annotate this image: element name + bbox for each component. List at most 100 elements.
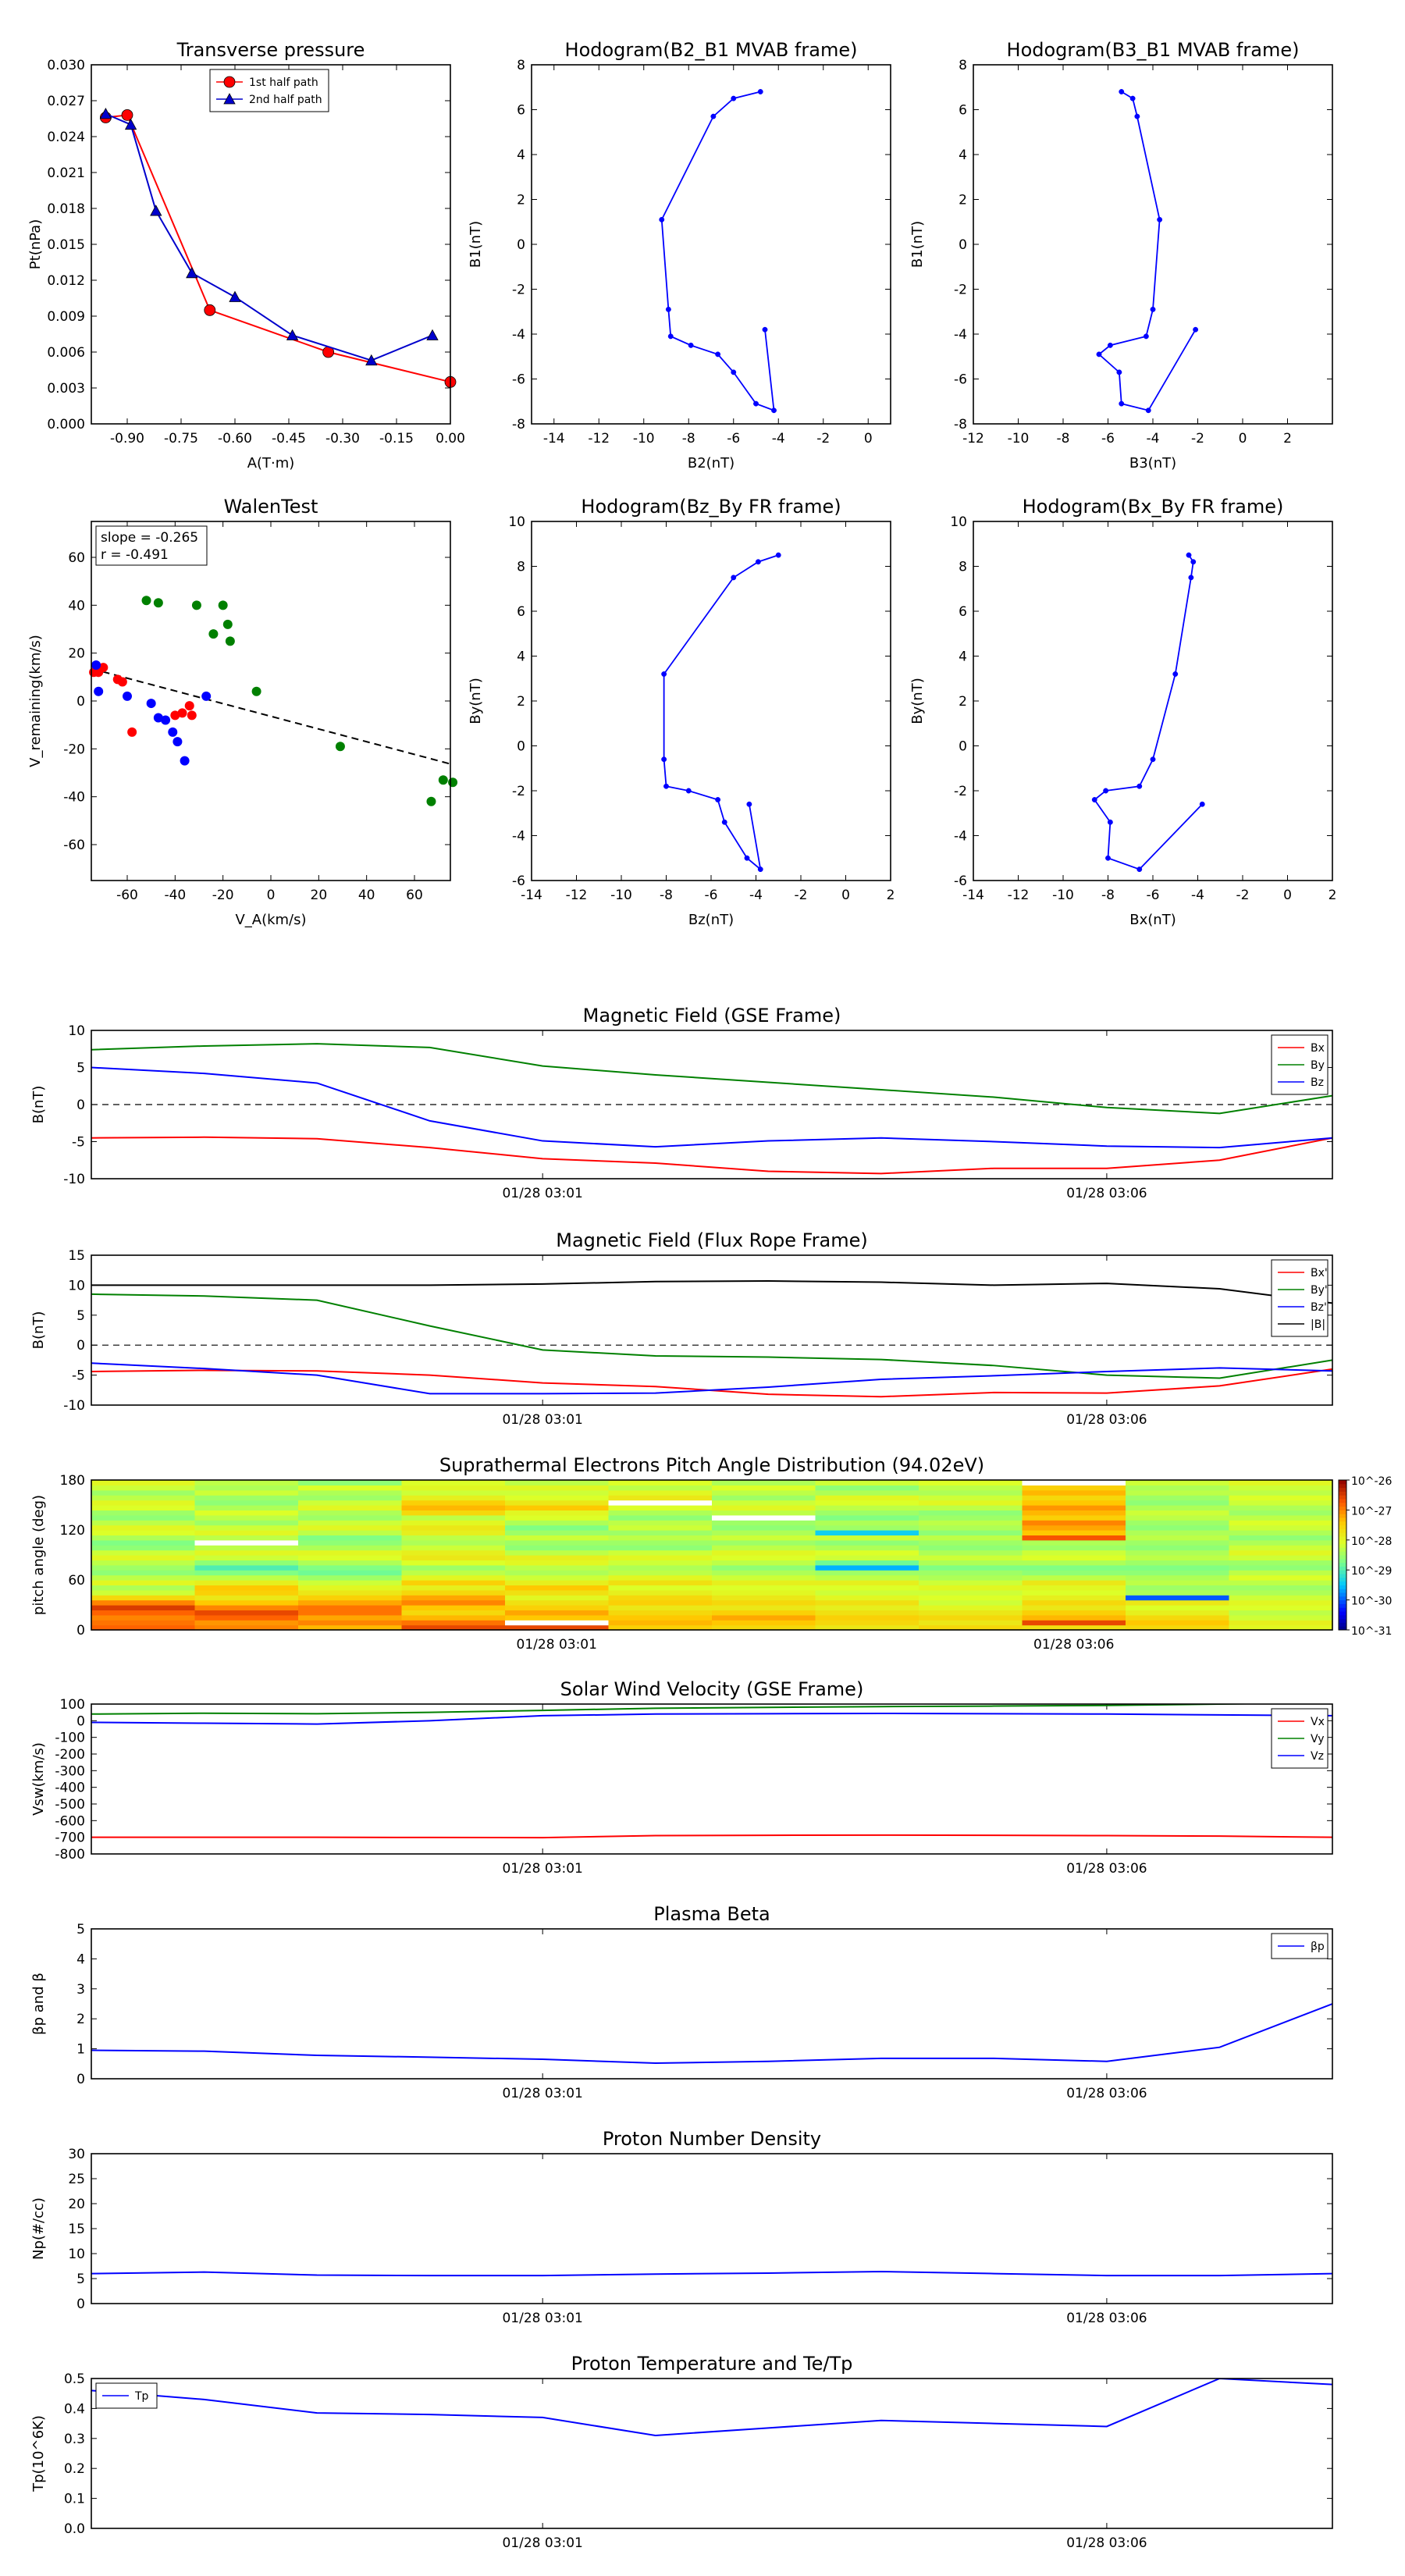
pad-colorbar-cell [1339,1539,1346,1545]
ts_beta-xtick-label: 01/28 03:06 [1066,2086,1147,2101]
pad-cell [91,1580,196,1585]
pad-cell [298,1605,403,1610]
pad-cell [919,1489,1023,1496]
walen-point [426,796,436,806]
h3-xtick-label: -10 [610,888,632,903]
pad-cell [1229,1574,1333,1581]
pad-cell [815,1489,919,1496]
walen-point [335,742,345,752]
pad-cell [712,1589,816,1596]
pad-cell [608,1555,713,1560]
ts_tp-ytick-label: 0.5 [64,2371,85,2387]
pad-colorbar-cell [1339,1495,1346,1500]
pad-cell [815,1605,919,1610]
pad-cell [91,1614,196,1621]
ts_np-ytick-label: 20 [68,2197,85,2212]
walen-ytick-label: -40 [63,790,85,806]
pad-cell [401,1510,506,1516]
tp-xlabel: A(T·m) [247,455,295,471]
pad-ytick-label: 60 [68,1573,85,1589]
pad-cell [401,1545,506,1551]
pad-cell [298,1620,403,1626]
pad-cell [194,1489,299,1496]
pad-cell [194,1480,299,1485]
pad-cell [298,1564,403,1571]
pad-colorbar-cell [1339,1536,1346,1541]
pad-cell [1229,1535,1333,1541]
tp-ylabel: Pt(nPa) [27,219,44,269]
h3-ytick-label: 0 [517,739,525,755]
walen-title: WalenTest [224,496,318,518]
pad-cell [608,1620,713,1626]
h3-point [757,866,763,873]
pad-cell [1126,1485,1230,1491]
h1-point [715,351,721,358]
pad-cell [91,1545,196,1551]
ts_fr-plot-area [91,1255,1332,1405]
h4-xtick-label: -6 [1147,888,1160,903]
ts_tp-legend-label: Tp [134,2390,149,2403]
pad-cell [298,1495,403,1501]
pad-cell [194,1485,299,1491]
pad-cell [608,1595,713,1601]
pad-cell [298,1535,403,1541]
pad-cell [194,1525,299,1531]
pad-cell [1126,1614,1230,1621]
pad-cell [91,1564,196,1571]
walen-point [173,737,183,747]
tp-point [121,109,133,121]
pad-cell [1022,1535,1126,1541]
h1-point [710,113,717,119]
h1-xtick-label: -10 [633,431,655,447]
pad-cell [712,1595,816,1601]
pad-cell [1126,1514,1230,1521]
pad-cell [608,1489,713,1496]
pad-cell [1229,1564,1333,1571]
walen-plot-area [91,521,450,881]
ts_v-xtick-label: 01/28 03:01 [502,1861,582,1877]
pad-colorbar-label: 10^-31 [1351,1625,1392,1638]
pad-cell [505,1564,610,1571]
ts_np-xtick-label: 01/28 03:06 [1066,2311,1147,2326]
pad-colorbar-cell [1339,1555,1346,1560]
ts_fr-ytick-label: -5 [72,1368,85,1384]
h2-xtick-label: -12 [962,431,984,447]
pad-cell [298,1510,403,1516]
h4-xtick-label: -14 [962,888,984,903]
h1-xtick-label: -4 [772,431,785,447]
pad-cell [712,1525,816,1531]
pad-cell [505,1550,610,1556]
pad-cell [815,1595,919,1601]
walen-point [438,775,448,785]
pad-cell [712,1560,816,1566]
pad-cell [712,1564,816,1571]
pad-cell [505,1605,610,1610]
ts_b-xtick-label: 01/28 03:06 [1066,1186,1147,1201]
pad-cell [608,1485,713,1491]
ts_beta-xtick-label: 01/28 03:01 [502,2086,582,2101]
pad-cell [608,1605,713,1610]
h4-ytick-label: 8 [959,560,967,575]
h3-xlabel: Bz(nT) [688,912,734,928]
pad-cell [194,1599,299,1606]
pad-colorbar-cell [1339,1525,1346,1529]
pad-cell [1022,1530,1126,1535]
ts_np-ytick-label: 0 [76,2297,85,2312]
pad-colorbar-cell [1339,1603,1346,1608]
pad-cell [919,1510,1023,1516]
pad-cell [1022,1500,1126,1506]
h2-point [1129,95,1136,101]
ts_tp-ytick-label: 0.4 [64,2401,85,2417]
pad-cell [1022,1485,1126,1491]
h2-xtick-label: -10 [1008,431,1030,447]
pad-cell [919,1495,1023,1501]
pad-cell [919,1585,1023,1591]
pad-cell [1229,1560,1333,1566]
pad-cell [505,1480,610,1485]
ts_np-ytick-label: 5 [76,2272,85,2287]
walen-ytick-label: 40 [68,598,85,614]
ts_b-legend-label: By [1311,1059,1325,1072]
pad-cell [91,1539,196,1546]
pad-cell [919,1539,1023,1546]
h1-point [688,342,694,348]
